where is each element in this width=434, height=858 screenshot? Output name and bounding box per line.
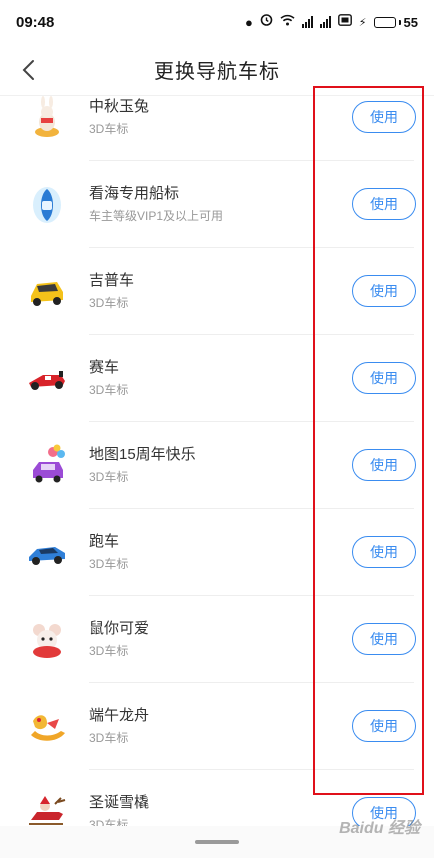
use-button[interactable]: 使用 <box>352 710 416 742</box>
status-bar: 09:48 ● ⚡ 55 <box>0 0 434 44</box>
jeep-icon <box>21 266 73 318</box>
back-button[interactable] <box>14 56 42 84</box>
alarm-icon <box>260 13 273 31</box>
signal-icon <box>301 16 313 28</box>
battery-level: 55 <box>403 14 418 30</box>
data-icon <box>337 13 352 31</box>
list-item: 吉普车 3D车标 使用 <box>0 248 434 335</box>
car-icon-list[interactable]: 中秋玉兔 3D车标 使用 看海专用船标 车主等级VIP1及以上可用 使用 吉普车 <box>0 96 434 826</box>
watermark: Baidu 经验 <box>339 820 420 837</box>
list-item: 端午龙舟 3D车标 使用 <box>0 683 434 770</box>
status-icons: ● ⚡ 55 <box>245 13 418 31</box>
use-button[interactable]: 使用 <box>352 449 416 481</box>
page-title: 更换导航车标 <box>154 61 280 83</box>
home-indicator[interactable] <box>195 840 239 844</box>
list-item: 鼠你可爱 3D车标 使用 <box>0 596 434 683</box>
list-item: 看海专用船标 车主等级VIP1及以上可用 使用 <box>0 161 434 248</box>
list-item: 地图15周年快乐 3D车标 使用 <box>0 422 434 509</box>
mouse-icon <box>21 614 73 666</box>
wifi-icon <box>280 13 295 31</box>
use-button[interactable]: 使用 <box>352 275 416 307</box>
use-button[interactable]: 使用 <box>352 101 416 133</box>
signal-icon <box>319 16 331 28</box>
status-time: 09:48 <box>16 13 55 31</box>
use-button[interactable]: 使用 <box>352 623 416 655</box>
boat-icon <box>21 179 73 231</box>
use-button[interactable]: 使用 <box>352 536 416 568</box>
battery-icon: 55 <box>373 14 418 30</box>
chevron-left-icon <box>22 60 34 80</box>
sleigh-icon <box>21 788 73 827</box>
race-car-icon <box>21 353 73 405</box>
nav-bar: 更换导航车标 <box>0 44 434 96</box>
list-item: 赛车 3D车标 使用 <box>0 335 434 422</box>
rabbit-icon <box>21 96 73 144</box>
dragon-boat-icon <box>21 701 73 753</box>
list-item: 跑车 3D车标 使用 <box>0 509 434 596</box>
charging-icon: ⚡ <box>358 16 367 29</box>
use-button[interactable]: 使用 <box>352 188 416 220</box>
sports-car-icon <box>21 527 73 579</box>
notification-icon: ● <box>244 14 253 30</box>
list-item: 中秋玉兔 3D车标 使用 <box>0 96 434 161</box>
balloon-car-icon <box>21 440 73 492</box>
use-button[interactable]: 使用 <box>352 362 416 394</box>
